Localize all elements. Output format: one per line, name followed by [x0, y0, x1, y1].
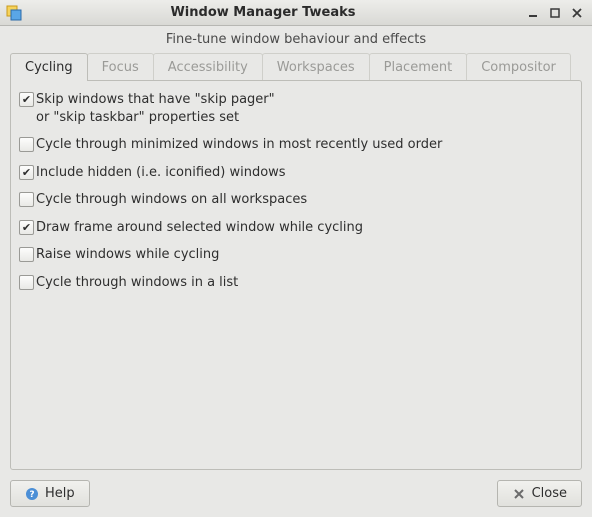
tab-workspaces[interactable]: Workspaces: [262, 53, 370, 81]
help-button[interactable]: ? Help: [10, 480, 90, 507]
close-window-button[interactable]: [568, 4, 586, 22]
titlebar: Window Manager Tweaks: [0, 0, 592, 26]
checkbox[interactable]: [19, 137, 34, 152]
maximize-button[interactable]: [546, 4, 564, 22]
tab-panel-cycling: Skip windows that have "skip pager" or "…: [10, 80, 582, 470]
option-label: Raise windows while cycling: [36, 246, 219, 264]
minimize-button[interactable]: [524, 4, 542, 22]
close-button-label: Close: [532, 486, 567, 501]
option-row[interactable]: Skip windows that have "skip pager" or "…: [19, 91, 573, 126]
option-label: Draw frame around selected window while …: [36, 219, 363, 237]
tab-accessibility[interactable]: Accessibility: [153, 53, 263, 81]
checkbox[interactable]: [19, 247, 34, 262]
option-row[interactable]: Cycle through minimized windows in most …: [19, 136, 573, 154]
svg-text:?: ?: [29, 490, 34, 500]
tab-compositor[interactable]: Compositor: [466, 53, 571, 81]
window-subtitle: Fine-tune window behaviour and effects: [0, 26, 592, 53]
option-label: Include hidden (i.e. iconified) windows: [36, 164, 286, 182]
tab-cycling[interactable]: Cycling: [10, 53, 88, 81]
help-button-label: Help: [45, 486, 75, 501]
tab-bar: Cycling Focus Accessibility Workspaces Place…: [10, 53, 582, 81]
tab-label: Cycling: [25, 60, 73, 75]
checkbox[interactable]: [19, 165, 34, 180]
window-title: Window Manager Tweaks: [6, 5, 520, 20]
checkbox[interactable]: [19, 92, 34, 107]
content-frame: Cycling Focus Accessibility Workspaces Place…: [10, 53, 582, 470]
option-row[interactable]: Cycle through windows in a list: [19, 274, 573, 292]
tab-placement[interactable]: Placement: [369, 53, 468, 81]
checkbox[interactable]: [19, 192, 34, 207]
tab-label: Placement: [384, 60, 453, 75]
cycling-options: Skip windows that have "skip pager" or "…: [19, 91, 573, 291]
option-row[interactable]: Include hidden (i.e. iconified) windows: [19, 164, 573, 182]
tab-label: Workspaces: [277, 60, 355, 75]
dialog-footer: ? Help Close: [0, 480, 592, 517]
checkbox[interactable]: [19, 275, 34, 290]
tab-label: Focus: [102, 60, 139, 75]
close-button[interactable]: Close: [497, 480, 582, 507]
option-label: Cycle through windows in a list: [36, 274, 238, 292]
close-icon: [512, 487, 526, 501]
option-label: Cycle through windows on all workspaces: [36, 191, 307, 209]
option-label: Cycle through minimized windows in most …: [36, 136, 442, 154]
option-row[interactable]: Draw frame around selected window while …: [19, 219, 573, 237]
tab-label: Accessibility: [168, 60, 248, 75]
option-row[interactable]: Cycle through windows on all workspaces: [19, 191, 573, 209]
tab-label: Compositor: [481, 60, 556, 75]
help-icon: ?: [25, 487, 39, 501]
option-row[interactable]: Raise windows while cycling: [19, 246, 573, 264]
option-label: Skip windows that have "skip pager" or "…: [36, 91, 275, 126]
checkbox[interactable]: [19, 220, 34, 235]
tab-focus[interactable]: Focus: [87, 53, 154, 81]
